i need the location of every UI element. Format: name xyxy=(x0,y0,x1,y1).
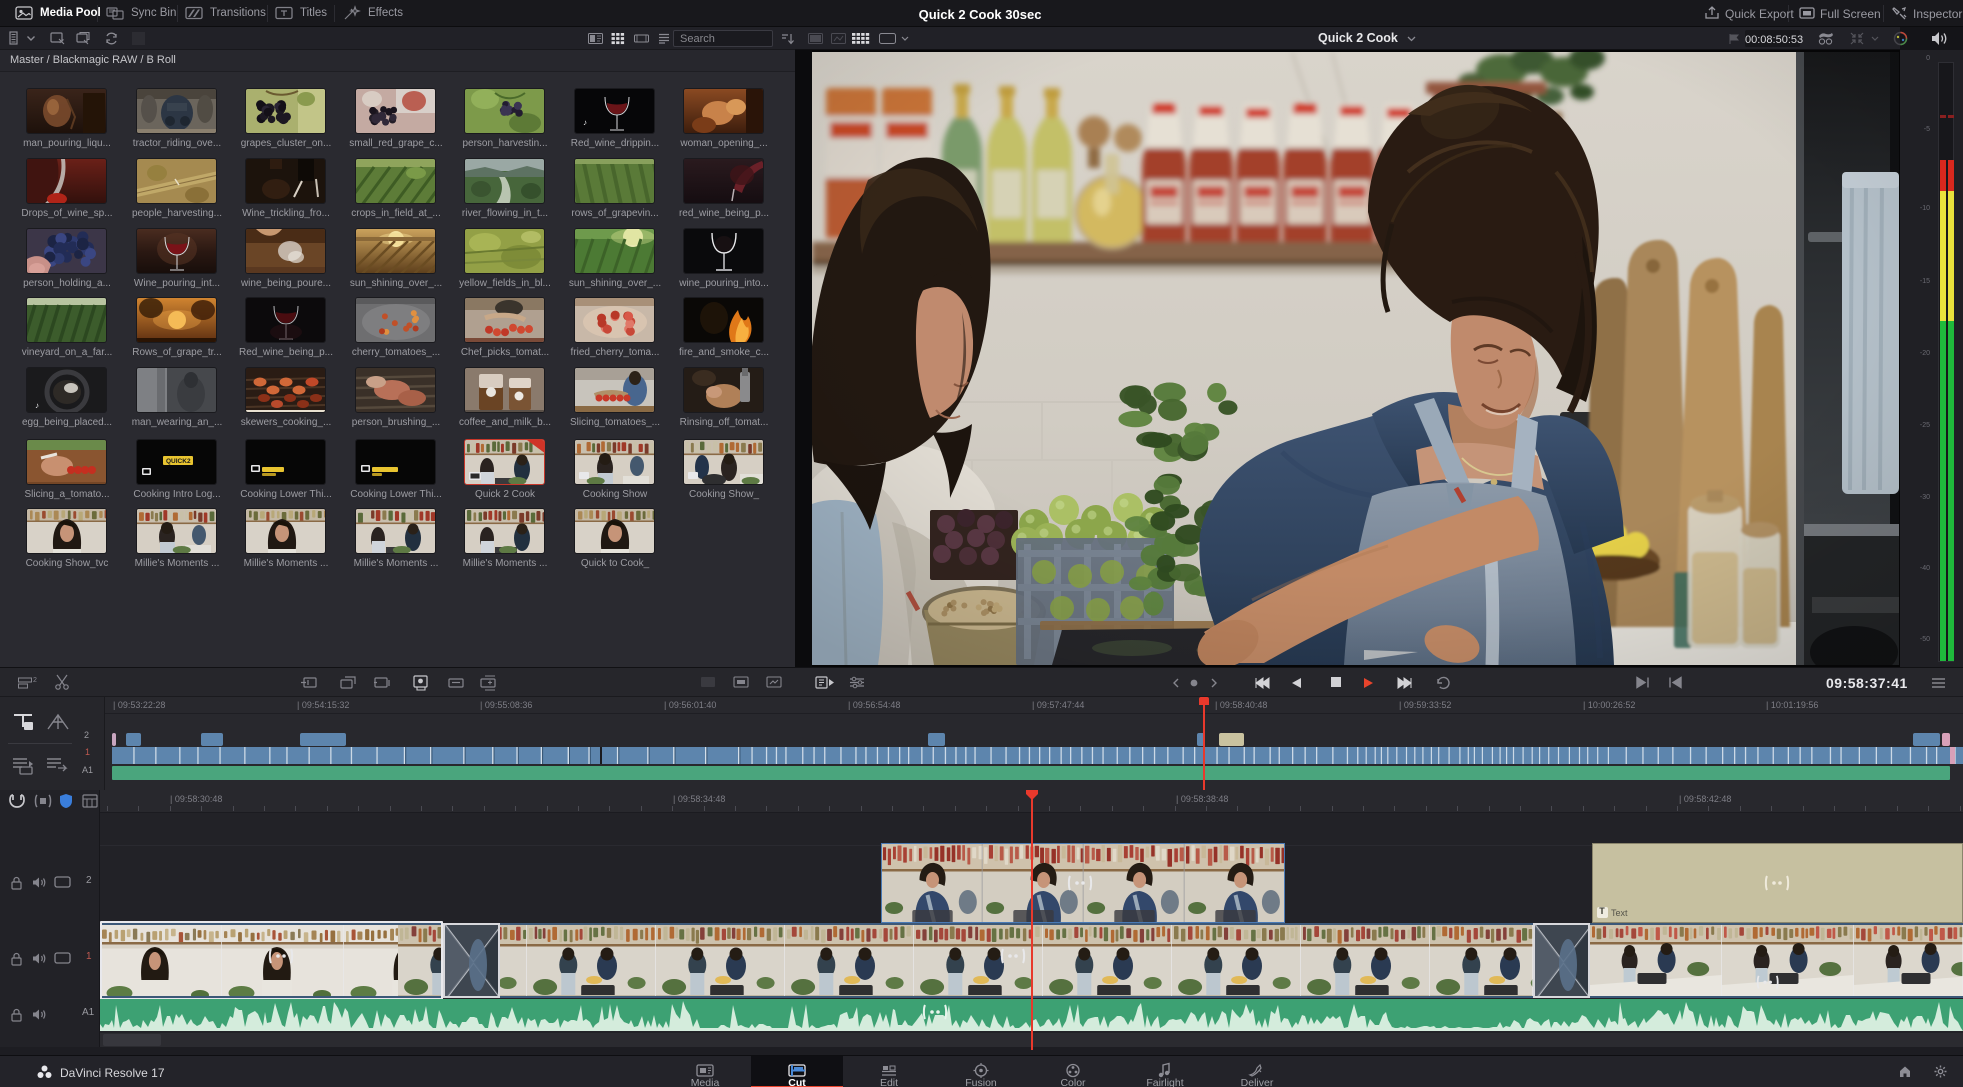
svg-text:QUICK2: QUICK2 xyxy=(166,458,191,465)
svg-text:2: 2 xyxy=(33,677,37,684)
svg-text:♪: ♪ xyxy=(35,401,39,410)
svg-text:♪: ♪ xyxy=(583,118,587,127)
